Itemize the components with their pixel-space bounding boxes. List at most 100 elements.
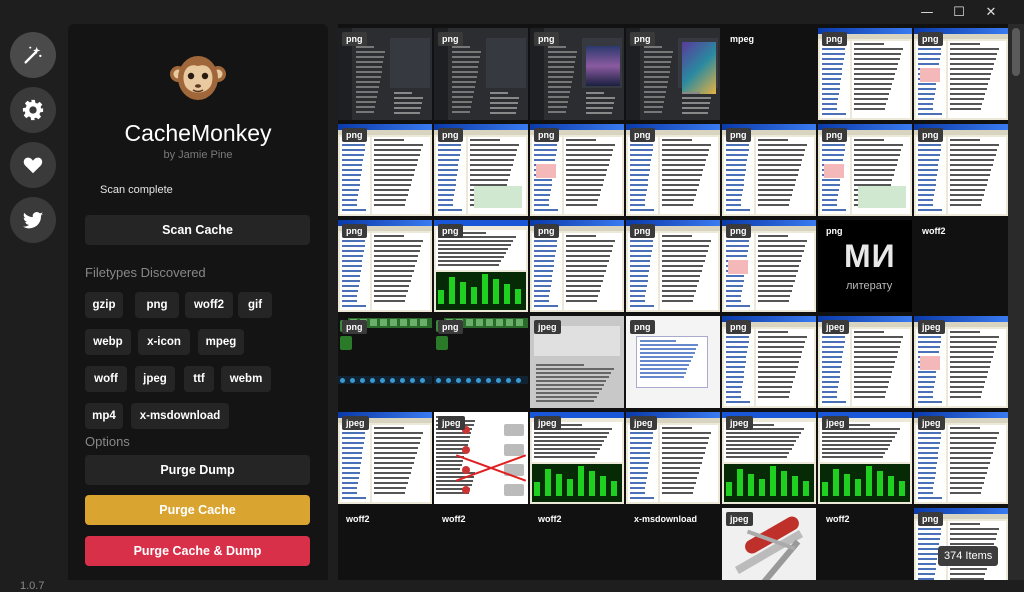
maximize-button[interactable]: ☐ xyxy=(944,0,974,24)
filetype-tag: woff2 xyxy=(922,226,946,236)
filetype-tag: png xyxy=(534,224,559,238)
thumbnail-png[interactable]: png xyxy=(530,220,624,312)
filetype-tag: png xyxy=(822,32,847,46)
thumbnail-png[interactable]: png xyxy=(338,316,432,408)
filetype-tag: woff2 xyxy=(442,514,466,524)
thumbnail-png[interactable]: png xyxy=(914,124,1008,216)
thumbnail-png[interactable]: png xyxy=(434,220,528,312)
thumbnail-png[interactable]: png xyxy=(434,316,528,408)
cache-thumbnail-grid[interactable]: png png png png mpeg png png png png png png png png… xyxy=(338,24,1008,580)
thumbnail-woff2[interactable]: woff2 xyxy=(434,508,528,580)
window-title-bar: — ☐ ✕ xyxy=(0,0,1024,24)
filetype-tag: png xyxy=(630,128,655,142)
scrollbar-thumb[interactable] xyxy=(1012,28,1020,76)
thumbnail-png[interactable]: png xyxy=(434,124,528,216)
app-title: CacheMonkey xyxy=(124,120,272,146)
filetype-chip[interactable]: png xyxy=(135,292,179,318)
filetype-tag: png xyxy=(342,128,367,142)
thumbnail-png[interactable]: png xyxy=(338,124,432,216)
minimize-button[interactable]: — xyxy=(912,0,942,24)
thumbnail-png[interactable]: png xyxy=(626,124,720,216)
filetype-chip[interactable]: x-msdownload xyxy=(131,403,229,429)
cyrillic-subtitle: литерату xyxy=(846,280,893,292)
thumbnail-png[interactable]: png xyxy=(434,28,528,120)
thumbnail-woff2[interactable]: woff2 xyxy=(338,508,432,580)
thumbnail-png[interactable]: png xyxy=(338,28,432,120)
control-panel: CacheMonkey by Jamie Pine Scan complete … xyxy=(68,24,328,580)
thumbnail-jpeg[interactable]: jpeg xyxy=(338,412,432,504)
twitter-nav-button[interactable] xyxy=(10,197,56,243)
filetype-chip[interactable]: woff2 xyxy=(185,292,233,318)
magic-wand-icon xyxy=(24,46,42,64)
thumbnail-png[interactable]: png xyxy=(530,28,624,120)
close-button[interactable]: ✕ xyxy=(976,0,1006,24)
thumbnail-png[interactable]: png xyxy=(530,124,624,216)
thumbnail-jpeg[interactable]: jpeg xyxy=(530,412,624,504)
thumbnail-jpeg[interactable]: jpeg xyxy=(914,316,1008,408)
filetype-chip[interactable]: x-icon xyxy=(138,329,190,355)
thumbnail-png[interactable]: png xyxy=(914,508,1008,580)
thumbnail-png[interactable]: png xyxy=(626,316,720,408)
filetype-tag: png xyxy=(726,320,751,334)
filetype-chip[interactable]: woff xyxy=(85,366,127,392)
filetype-chip[interactable]: mp4 xyxy=(85,403,123,429)
thumbnail-jpeg[interactable]: jpeg xyxy=(818,316,912,408)
filetype-tag: png xyxy=(342,224,367,238)
monkey-logo-icon xyxy=(170,56,226,100)
filetype-tag: jpeg xyxy=(534,416,561,430)
thumbnail-woff2[interactable]: woff2 xyxy=(914,220,1008,312)
thumbnail-png[interactable]: png xyxy=(722,124,816,216)
filetype-chip[interactable]: ttf xyxy=(184,366,214,392)
thumbnail-png[interactable]: png xyxy=(626,220,720,312)
filetype-tag: png xyxy=(826,226,843,236)
filetypes-heading: Filetypes Discovered xyxy=(85,265,206,280)
filetype-tag: jpeg xyxy=(438,416,465,430)
thumbnail-jpeg[interactable]: jpeg xyxy=(626,412,720,504)
filetype-tag: png xyxy=(822,128,847,142)
thumbnail-jpeg[interactable]: jpeg xyxy=(818,412,912,504)
thumbnail-jpeg[interactable]: jpeg xyxy=(530,316,624,408)
thumbnail-png[interactable]: png xyxy=(818,124,912,216)
icon-rail: 1.0.7 xyxy=(0,24,64,592)
filetype-chip[interactable]: gzip xyxy=(85,292,123,318)
purge-cache-dump-button[interactable]: Purge Cache & Dump xyxy=(85,536,310,566)
thumbnail-jpeg[interactable]: jpeg xyxy=(914,412,1008,504)
filetype-chip[interactable]: webm xyxy=(221,366,271,392)
settings-nav-button[interactable] xyxy=(10,87,56,133)
scan-cache-button[interactable]: Scan Cache xyxy=(85,215,310,245)
filetype-tag: png xyxy=(438,32,463,46)
thumbnail-woff2[interactable]: woff2 xyxy=(818,508,912,580)
item-count-badge: 374 Items xyxy=(938,546,999,566)
thumbnail-x-msdownload[interactable]: x-msdownload xyxy=(626,508,720,580)
support-nav-button[interactable] xyxy=(10,142,56,188)
thumbnail-png[interactable]: png xyxy=(722,316,816,408)
scan-nav-button[interactable] xyxy=(10,32,56,78)
filetype-chip[interactable]: jpeg xyxy=(135,366,175,392)
filetype-tag: png xyxy=(630,320,655,334)
filetype-tag: jpeg xyxy=(630,416,657,430)
filetype-tag: png xyxy=(918,512,943,526)
filetype-chip[interactable]: webp xyxy=(85,329,131,355)
thumbnail-jpeg[interactable]: jpeg xyxy=(722,508,816,580)
thumbnail-jpeg[interactable]: jpeg xyxy=(434,412,528,504)
cyrillic-title: МИ xyxy=(844,238,896,274)
filetype-tag: png xyxy=(630,32,655,46)
filetype-tag: png xyxy=(438,128,463,142)
thumbnail-png[interactable]: png xyxy=(338,220,432,312)
thumbnail-png[interactable]: png xyxy=(914,28,1008,120)
filetype-chip[interactable]: gif xyxy=(238,292,272,318)
thumbnail-woff2[interactable]: woff2 xyxy=(530,508,624,580)
purge-dump-button[interactable]: Purge Dump xyxy=(85,455,310,485)
options-heading: Options xyxy=(85,434,130,449)
thumbnail-png[interactable]: МИ литерату png xyxy=(818,220,912,312)
thumbnail-png[interactable]: png xyxy=(818,28,912,120)
purge-cache-button[interactable]: Purge Cache xyxy=(85,495,310,525)
thumbnail-mpeg[interactable]: mpeg xyxy=(722,28,816,120)
thumbnail-png[interactable]: png xyxy=(722,220,816,312)
grid-scrollbar[interactable] xyxy=(1008,24,1024,580)
thumbnail-png[interactable]: png xyxy=(626,28,720,120)
filetype-chip[interactable]: mpeg xyxy=(198,329,244,355)
filetype-tag: png xyxy=(342,32,367,46)
thumbnail-jpeg[interactable]: jpeg xyxy=(722,412,816,504)
filetype-tag: png xyxy=(918,128,943,142)
